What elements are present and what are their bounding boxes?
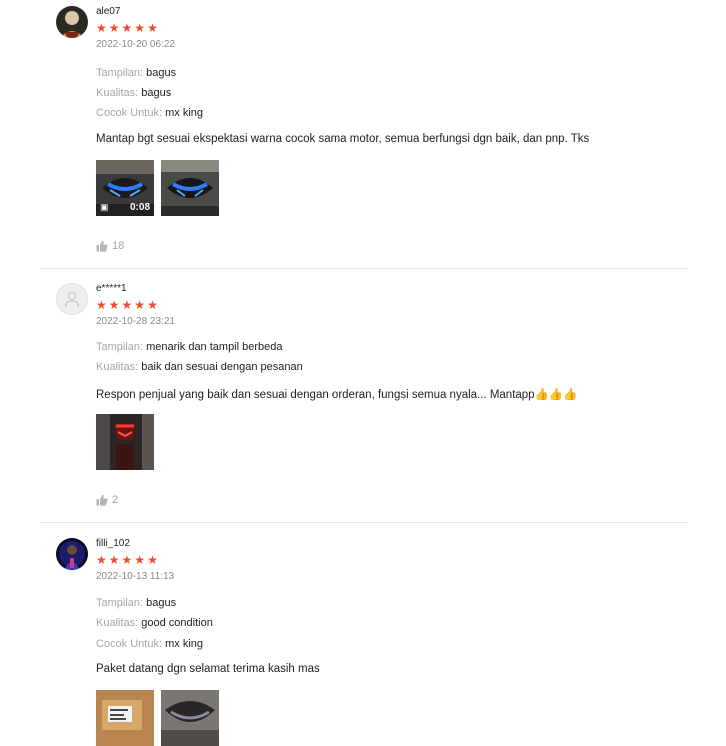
review-datetime: 2022-10-20 06:22 — [96, 39, 175, 50]
review-datetime: 2022-10-28 23:21 — [96, 316, 175, 327]
photo-thumbnail[interactable] — [161, 690, 219, 746]
star-icon: ★ — [147, 21, 158, 35]
star-rating: ★ ★ ★ ★ ★ — [96, 299, 158, 311]
attribute-row: Kualitas: bagus — [96, 87, 171, 99]
like-button[interactable]: 2 — [96, 494, 118, 506]
review-datetime: 2022-10-13 11:13 — [96, 571, 175, 582]
avatar[interactable] — [56, 6, 88, 38]
review-comment: Paket datang dgn selamat terima kasih ma… — [96, 663, 320, 675]
video-duration: 0:08 — [129, 202, 150, 213]
attribute-value: mx king — [165, 638, 203, 650]
user-placeholder-icon — [64, 291, 80, 308]
divider — [40, 268, 688, 269]
attribute-value: baik dan sesuai dengan pesanan — [141, 361, 303, 373]
star-icon: ★ — [108, 21, 120, 35]
attribute-value: bagus — [141, 87, 172, 99]
review-media — [96, 414, 154, 470]
star-icon: ★ — [134, 298, 146, 312]
review-media: ▣ 0:08 — [96, 160, 219, 216]
attribute-row: Tampilan: bagus — [96, 597, 176, 609]
attribute-key: Tampilan: — [96, 597, 144, 609]
like-count: 18 — [112, 240, 125, 252]
username: ale07 — [96, 6, 121, 17]
attribute-value: bagus — [146, 67, 177, 79]
attribute-value: menarik dan tampil berbeda — [146, 341, 283, 353]
attribute-key: Tampilan: — [96, 67, 144, 79]
username: e*****1 — [96, 283, 127, 294]
review-comment: Respon penjual yang baik dan sesuai deng… — [96, 389, 578, 401]
attribute-row: Kualitas: baik dan sesuai dengan pesanan — [96, 361, 303, 373]
photo-thumbnail[interactable] — [96, 414, 154, 470]
star-icon: ★ — [121, 298, 133, 312]
star-icon: ★ — [121, 21, 133, 35]
thumbs-up-icon — [96, 240, 108, 252]
video-camera-icon: ▣ — [100, 202, 109, 212]
like-count: 2 — [112, 494, 119, 506]
attribute-row: Tampilan: menarik dan tampil berbeda — [96, 341, 283, 353]
attribute-row: Tampilan: bagus — [96, 67, 176, 79]
attribute-key: Kualitas: — [96, 361, 139, 373]
star-icon: ★ — [108, 553, 120, 567]
divider — [40, 522, 688, 523]
attribute-value: mx king — [165, 107, 203, 119]
attribute-key: Kualitas: — [96, 617, 139, 629]
star-icon: ★ — [96, 21, 107, 35]
star-icon: ★ — [108, 298, 120, 312]
avatar[interactable] — [56, 538, 88, 570]
star-rating: ★ ★ ★ ★ ★ — [96, 22, 158, 34]
attribute-key: Tampilan: — [96, 341, 144, 353]
like-button[interactable]: 18 — [96, 240, 124, 252]
star-icon: ★ — [134, 21, 146, 35]
attribute-value: good condition — [141, 617, 213, 629]
star-rating: ★ ★ ★ ★ ★ — [96, 554, 158, 566]
avatar[interactable] — [56, 283, 88, 315]
username: filli_102 — [96, 538, 130, 549]
photo-thumbnail[interactable] — [161, 160, 219, 216]
attribute-key: Cocok Untuk: — [96, 638, 163, 650]
video-thumbnail[interactable]: ▣ 0:08 — [96, 160, 154, 216]
thumbs-up-icon — [96, 494, 108, 506]
star-icon: ★ — [121, 553, 133, 567]
attribute-key: Cocok Untuk: — [96, 107, 163, 119]
attribute-key: Kualitas: — [96, 87, 139, 99]
review-media — [96, 690, 219, 746]
star-icon: ★ — [147, 298, 158, 312]
attribute-row: Cocok Untuk: mx king — [96, 638, 203, 650]
photo-thumbnail[interactable] — [96, 690, 154, 746]
star-icon: ★ — [96, 298, 107, 312]
star-icon: ★ — [96, 553, 107, 567]
star-icon: ★ — [147, 553, 158, 567]
attribute-row: Cocok Untuk: mx king — [96, 107, 203, 119]
review-comment: Mantap bgt sesuai ekspektasi warna cocok… — [96, 133, 590, 145]
attribute-row: Kualitas: good condition — [96, 617, 213, 629]
attribute-value: bagus — [146, 597, 177, 609]
star-icon: ★ — [134, 553, 146, 567]
